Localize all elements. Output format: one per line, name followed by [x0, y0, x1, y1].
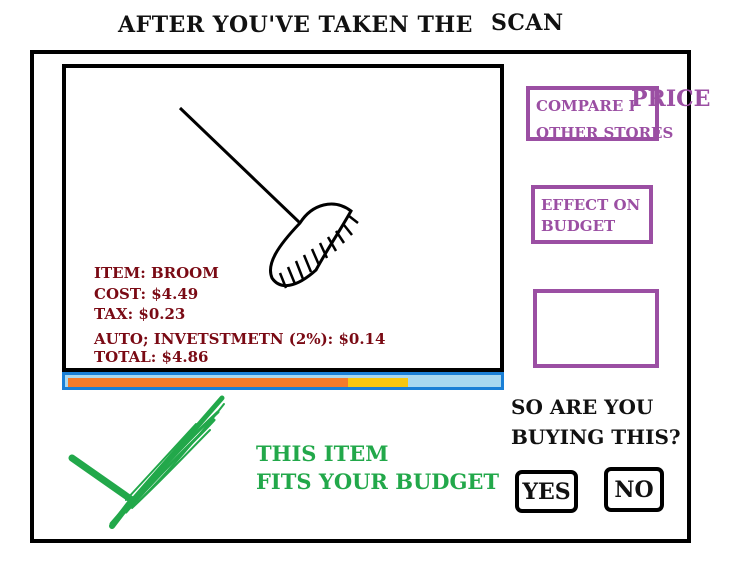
compare-label-line1: COMPARE PRICE	[536, 97, 634, 115]
budget-spent-segment	[68, 378, 348, 387]
effect-on-budget-button[interactable]: EFFECT ON BUDGET	[531, 185, 653, 244]
compare-price-word: PRICE	[631, 86, 711, 112]
purchase-question: SO ARE YOU BUYING THIS?	[511, 392, 681, 452]
effect-button-label-line2: BUDGET	[541, 217, 616, 235]
item-investment: AUTO; INVETSTMETN (2%): $0.14	[94, 330, 386, 348]
yes-button[interactable]: YES	[515, 470, 578, 513]
item-cost: COST: $4.49	[94, 285, 199, 303]
item-name: ITEM: BROOM	[94, 264, 219, 282]
question-line1: SO ARE YOU	[511, 395, 654, 419]
budget-progress-bar	[62, 372, 504, 390]
scan-result-panel: ITEM: BROOM COST: $4.49 TAX: $0.23 AUTO;…	[62, 64, 504, 372]
effect-button-label-line1: EFFECT ON	[541, 196, 641, 214]
no-button[interactable]: NO	[604, 467, 664, 512]
item-tax: TAX: $0.23	[94, 305, 186, 323]
broom-icon	[178, 106, 359, 289]
fit-message-line1: THIS ITEM	[256, 441, 389, 466]
page-title: AFTER YOU'VE TAKEN THE	[118, 12, 473, 38]
budget-fit-message: THIS ITEM FITS YOUR BUDGET	[256, 440, 499, 496]
fit-message-line2: FITS YOUR BUDGET	[256, 469, 500, 494]
empty-option-button[interactable]	[533, 289, 659, 368]
page-title-scan-word: SCAN	[491, 10, 564, 36]
item-total: TOTAL: $4.86	[94, 348, 209, 366]
question-line2: BUYING THIS?	[511, 425, 681, 449]
budget-item-segment	[348, 378, 408, 387]
compare-button-label-line2: OTHER STORES	[536, 124, 674, 142]
